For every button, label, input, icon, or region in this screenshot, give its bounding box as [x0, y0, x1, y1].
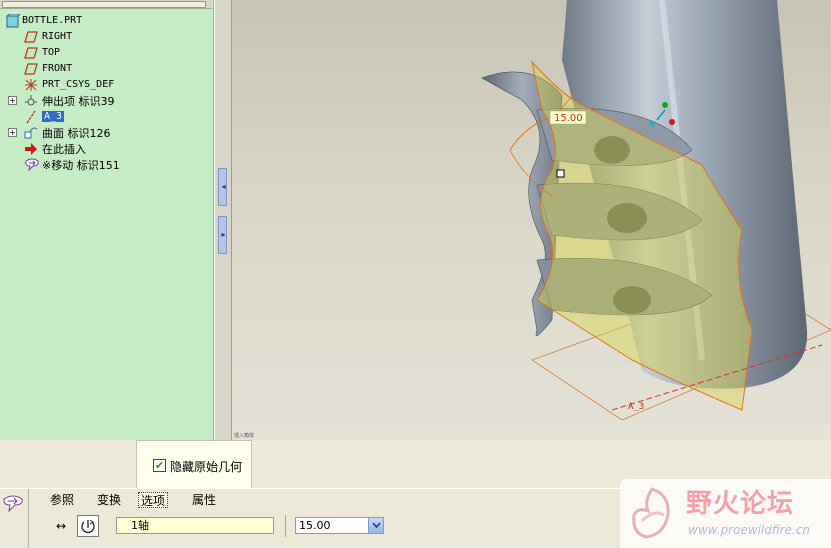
collapse-left-tab[interactable]: ◂ [218, 168, 227, 206]
datum-plane-icon [24, 46, 38, 60]
tree-item-label: 曲面 标识126 [42, 126, 111, 140]
rotate-icon [81, 519, 95, 534]
tree-item-label: PRT_CSYS_DEF [42, 79, 115, 90]
tab-transform[interactable]: 变换 [95, 492, 123, 508]
tree-item-label: TOP [42, 47, 61, 58]
tab-properties[interactable]: 属性 [190, 492, 218, 508]
tree-item-label: RIGHT [42, 31, 73, 42]
tree-item-label: 伸出项 标识39 [42, 94, 115, 108]
watermark-title: 野火论坛 [686, 489, 795, 519]
tree-item-label: ※移动 标识151 [42, 158, 120, 172]
axis-reference-field[interactable]: 1轴 [116, 517, 274, 534]
protrusion-icon [24, 94, 38, 108]
expand-icon[interactable]: + [8, 96, 17, 105]
rotate-mode-button[interactable] [77, 515, 99, 537]
dropdown-button[interactable] [368, 518, 383, 533]
horizontal-scrollbar[interactable] [0, 0, 212, 9]
angle-value: 15.00 [299, 519, 331, 532]
drag-handle[interactable] [556, 169, 565, 178]
chevron-right-icon: ▸ [221, 230, 226, 239]
model-tree-panel: BOTTLE.PRT RIGHT TOP FRONT PRT_CSYS_DEF … [0, 0, 214, 440]
move-feature-icon [2, 495, 24, 513]
divider [28, 489, 29, 548]
chevron-down-icon [372, 522, 381, 529]
hide-original-label: 隐藏原始几何 [170, 460, 243, 474]
datum-plane-icon [24, 62, 38, 76]
panel-splitter[interactable]: ◂ ▸ [214, 0, 232, 440]
watermark: 野火论坛 www.proewildfire.cn [620, 479, 831, 548]
model-viewport[interactable]: 15.00 A_3 [232, 0, 831, 440]
part-icon [5, 13, 22, 28]
graphics-window[interactable]: 15.00 A_3 插入箱体 [232, 0, 831, 440]
tree-item-label: BOTTLE.PRT [22, 15, 83, 26]
graphics-caption: 插入箱体 [234, 433, 255, 439]
tree-item-label: 在此插入 [42, 142, 86, 156]
coordinate-system-icon [24, 78, 38, 92]
divider [285, 515, 286, 537]
axis-label[interactable]: A_3 [628, 402, 644, 412]
flip-direction-icon[interactable]: ↔ [56, 519, 66, 533]
move-feature-icon [24, 158, 39, 172]
datum-axis-icon [24, 110, 38, 124]
options-panel: ✔ 隐藏原始几何 [136, 440, 252, 488]
surface-icon [24, 126, 38, 140]
tree-item-label: A_3 [42, 111, 65, 122]
chevron-left-icon: ◂ [221, 182, 226, 191]
tree-item-label: FRONT [42, 63, 73, 74]
insert-here-arrow-icon [24, 142, 38, 156]
datum-plane-icon [24, 30, 38, 44]
angle-value-select[interactable]: 15.00 [295, 517, 384, 534]
scrollbar-thumb[interactable] [2, 1, 206, 8]
dimension-value[interactable]: 15.00 [554, 113, 583, 124]
watermark-url: www.proewildfire.cn [688, 523, 810, 537]
hide-original-checkbox[interactable]: ✔ [153, 459, 166, 472]
expand-icon[interactable]: + [8, 128, 17, 137]
watermark-logo-icon [632, 487, 670, 539]
tab-references[interactable]: 参照 [48, 492, 76, 508]
expand-right-tab[interactable]: ▸ [218, 216, 227, 254]
tab-options[interactable]: 选项 [138, 492, 169, 508]
